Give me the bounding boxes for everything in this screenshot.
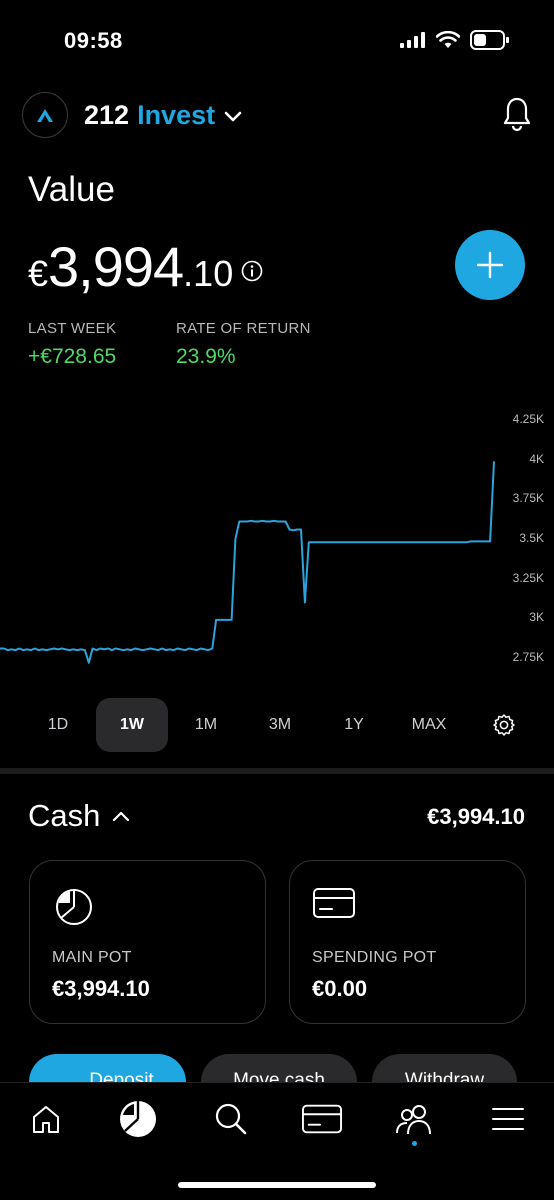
y-tick-label: 4K: [529, 451, 544, 466]
value-currency: €: [28, 253, 49, 294]
card-icon: [302, 1104, 342, 1134]
move-cash-button[interactable]: Move cash: [201, 1054, 357, 1082]
range-1w[interactable]: 1W: [96, 698, 168, 752]
stat-label: LAST WEEK: [28, 320, 117, 337]
plus-icon: [476, 251, 504, 279]
bell-icon: [503, 97, 531, 132]
deposit-label: Deposit: [89, 1070, 154, 1082]
chevron-up-icon: [113, 811, 130, 822]
account-number: 212: [84, 100, 130, 130]
tab-home[interactable]: [26, 1099, 66, 1139]
info-icon[interactable]: [241, 260, 263, 282]
stat-value: 23.9%: [176, 345, 236, 368]
stat-value: +€728.65: [28, 345, 117, 368]
cash-total: €3,994.10: [427, 804, 525, 829]
wifi-icon: [436, 31, 460, 48]
chart-svg: [0, 461, 495, 664]
withdraw-button[interactable]: Withdraw: [372, 1054, 517, 1082]
chevron-down-icon: [224, 111, 242, 121]
status-bar: 09:58: [0, 0, 554, 80]
cash-actions: Deposit Move cash Withdraw: [0, 1054, 554, 1082]
value-series-line: [0, 461, 495, 664]
y-tick-label: 2.75K: [512, 650, 544, 664]
tab-card[interactable]: [302, 1099, 342, 1139]
app-logo[interactable]: [22, 92, 68, 138]
pot-value: €3,994.10: [52, 976, 150, 1001]
section-divider: [0, 768, 554, 774]
y-tick-label: 3K: [529, 610, 544, 625]
range-3m[interactable]: 3M: [250, 698, 310, 752]
stat-last-week: LAST WEEK +€728.65: [28, 320, 116, 369]
account-name: Invest: [137, 100, 216, 130]
deposit-button[interactable]: Deposit: [29, 1054, 186, 1082]
home-icon: [33, 1106, 59, 1133]
portfolio-pie-icon: [120, 1101, 156, 1137]
card-icon: [313, 888, 355, 918]
y-tick-label: 3.5K: [519, 531, 544, 545]
spending-pot-card[interactable]: SPENDING POT €0.00: [289, 860, 526, 1024]
value-decimals: .10: [183, 253, 234, 294]
status-time: 09:58: [64, 28, 123, 53]
value-chart[interactable]: 4.25K 4K 3.75K 3.5K 3.25K 3K 2.75K: [0, 400, 554, 690]
account-switcher[interactable]: 212 Invest: [84, 100, 243, 131]
move-cash-label: Move cash: [233, 1070, 325, 1082]
pot-value: €0.00: [312, 976, 368, 1001]
range-1y[interactable]: 1Y: [324, 698, 384, 752]
tab-search[interactable]: [211, 1099, 251, 1139]
pie-chart-icon: [56, 889, 92, 925]
community-icon: [396, 1105, 431, 1135]
range-1m[interactable]: 1M: [176, 698, 236, 752]
y-tick-label: 3.25K: [512, 570, 544, 585]
battery-icon: [470, 30, 509, 50]
gear-icon: [493, 714, 515, 736]
range-selector: 1D 1W 1M 3M 1Y MAX: [0, 698, 554, 752]
active-tab-indicator: [412, 1141, 417, 1146]
home-indicator: [178, 1182, 376, 1188]
menu-icon: [492, 1108, 524, 1130]
cash-title: Cash: [28, 798, 101, 833]
search-icon: [215, 1103, 247, 1135]
pot-label: SPENDING POT: [312, 949, 437, 966]
stat-label: RATE OF RETURN: [176, 320, 311, 337]
notifications-button[interactable]: [502, 96, 532, 137]
value-main: 3,994: [48, 235, 184, 298]
pot-label: MAIN POT: [52, 949, 132, 966]
chart-settings-button[interactable]: [482, 698, 526, 752]
tab-menu[interactable]: [488, 1099, 528, 1139]
header: 212 Invest: [22, 92, 532, 138]
status-icons: [400, 30, 510, 50]
tab-community[interactable]: [394, 1099, 434, 1139]
y-tick-label: 4.25K: [512, 412, 544, 426]
value-label: Value: [28, 170, 115, 209]
y-tick-label: 3.75K: [512, 491, 544, 506]
tab-portfolio[interactable]: [118, 1099, 158, 1139]
add-button[interactable]: [455, 230, 525, 300]
portfolio-value: € 3,994 .10: [28, 234, 263, 299]
stat-rate-of-return: RATE OF RETURN 23.9%: [176, 320, 311, 369]
main-pot-card[interactable]: MAIN POT €3,994.10: [29, 860, 266, 1024]
logo-chevron-icon: [37, 109, 53, 122]
withdraw-label: Withdraw: [404, 1070, 485, 1082]
cash-section-toggle[interactable]: Cash: [28, 798, 130, 834]
signal-icon: [400, 32, 425, 48]
range-1d[interactable]: 1D: [28, 698, 88, 752]
range-max[interactable]: MAX: [396, 698, 462, 752]
